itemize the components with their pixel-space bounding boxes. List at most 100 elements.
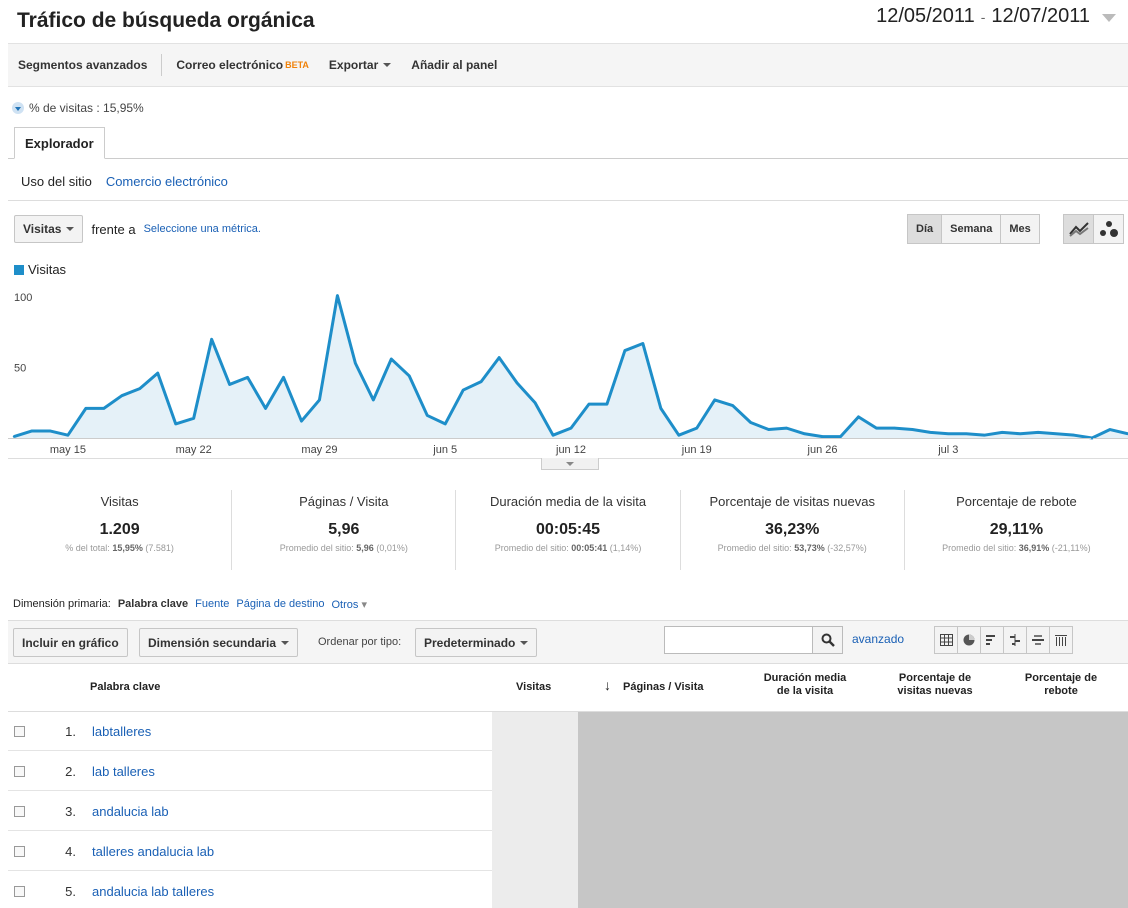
col-header-visits[interactable]: Visitas [516, 681, 551, 694]
segment-indicator[interactable]: % de visitas : 15,95% [12, 101, 144, 115]
subnav-site-usage[interactable]: Uso del sitio [21, 174, 92, 189]
col-header-duration[interactable]: Duración media de la visita [750, 672, 860, 698]
scorecard-comparison: Promedio del sitio: 53,73% (-32,57%) [681, 543, 904, 553]
data-point [641, 342, 645, 345]
advanced-filter-link[interactable]: avanzado [852, 632, 904, 646]
data-point [731, 404, 734, 407]
data-point [515, 381, 519, 385]
chart-collapse-tab[interactable] [541, 458, 599, 470]
sort-arrow-icon: ↓ [604, 677, 611, 693]
pivot-view-button[interactable] [1049, 626, 1073, 654]
data-point [390, 357, 393, 361]
chevron-down-icon [281, 640, 290, 645]
col-header-new-visits[interactable]: Porcentaje de visitas nuevas [880, 672, 990, 698]
keyword-link[interactable]: andalucia lab [92, 804, 169, 819]
search-button[interactable] [812, 627, 842, 653]
data-point [497, 356, 501, 359]
chevron-down-icon [566, 461, 574, 466]
data-point [1108, 428, 1112, 431]
subnav-ecommerce[interactable]: Comercio electrónico [106, 174, 228, 189]
y-tick-label: 50 [14, 363, 26, 375]
sort-type-dropdown[interactable]: Predeterminado [415, 628, 538, 657]
plot-rows-button[interactable]: Incluir en gráfico [13, 628, 128, 657]
visits-chart[interactable]: 100 50 may 15 may 22 may 29 jun 5 jun 12 jun 19… [0, 280, 1128, 460]
data-point [1001, 431, 1004, 434]
scorecard-comparison: Promedio del sitio: 36,91% (-21,11%) [905, 543, 1128, 553]
keyword-link[interactable]: labtalleres [92, 724, 151, 739]
scorecard-value: 00:05:45 [535, 521, 601, 538]
data-point [695, 426, 698, 430]
tab-explorer[interactable]: Explorador [14, 127, 105, 159]
term-cloud-view-button[interactable] [1026, 626, 1050, 654]
dimension-keyword[interactable]: Palabra clave [118, 598, 188, 611]
data-point [767, 428, 770, 431]
pie-chart-icon [12, 102, 24, 114]
dimension-landing-page[interactable]: Página de destino [236, 598, 324, 611]
date-range-picker[interactable]: 12/05/2011 - 12/07/2011 [876, 5, 1116, 28]
row-checkbox[interactable] [14, 886, 25, 897]
data-point [1072, 433, 1076, 437]
data-point [1036, 431, 1040, 434]
period-week-button[interactable]: Semana [941, 214, 1002, 244]
data-point [821, 435, 824, 438]
data-point [803, 432, 806, 435]
keyword-link[interactable]: lab talleres [92, 764, 155, 779]
col-header-new-visits-1: Porcentaje de [898, 672, 972, 684]
data-point [983, 433, 986, 437]
line-chart-button[interactable] [1063, 214, 1094, 244]
comparison-view-button[interactable] [1003, 626, 1027, 654]
dimension-other[interactable]: Otros ▾ [331, 598, 367, 611]
row-number: 2. [65, 764, 76, 779]
bar-chart-icon [986, 635, 995, 645]
row-checkbox[interactable] [14, 766, 25, 777]
add-to-dashboard-button[interactable]: Añadir al panel [401, 44, 507, 86]
data-point [246, 376, 249, 379]
keyword-link[interactable]: talleres andalucia lab [92, 844, 214, 859]
tab-strip: Explorador [8, 127, 1128, 159]
report-toolbar: Segmentos avanzados Correo electrónico BE… [8, 43, 1128, 87]
export-button[interactable]: Exportar [319, 44, 401, 86]
secondary-dimension-dropdown[interactable]: Dimensión secundaria [139, 628, 299, 657]
data-point [1090, 436, 1094, 440]
period-day-button[interactable]: Día [907, 214, 943, 244]
comparison-value: 00:05:41 [571, 543, 608, 553]
data-point [857, 415, 860, 419]
row-number: 1. [65, 724, 76, 739]
row-checkbox[interactable] [14, 806, 25, 817]
x-tick-label: may 15 [50, 444, 86, 456]
advanced-segments-button[interactable]: Segmentos avanzados [8, 44, 157, 86]
period-month-button[interactable]: Mes [1000, 214, 1040, 244]
dimension-other-label: Otros [331, 599, 359, 611]
data-point [965, 432, 968, 435]
metric-dropdown[interactable]: Visitas [14, 215, 84, 243]
col-header-bounce[interactable]: Porcentaje de rebote [1006, 672, 1116, 698]
email-button[interactable]: Correo electrónico BETA [166, 44, 319, 86]
x-tick-label: may 22 [176, 444, 212, 456]
row-checkbox[interactable] [14, 726, 25, 737]
comparison-value: 5,96 [356, 543, 374, 553]
scorecard-label: Porcentaje de visitas nuevas [709, 494, 875, 509]
legend-swatch [14, 264, 24, 275]
segment-label: % de visitas : 15,95% [29, 101, 144, 115]
table-view-button[interactable] [934, 626, 958, 654]
dimension-source[interactable]: Fuente [195, 598, 229, 611]
metric-selector: Visitas frente a Seleccione una métrica. [14, 215, 261, 243]
col-header-pages[interactable]: Páginas / Visita [623, 681, 704, 694]
keyword-link[interactable]: andalucia lab talleres [92, 884, 214, 899]
col-header-keyword[interactable]: Palabra clave [90, 681, 160, 694]
performance-view-button[interactable] [980, 626, 1004, 654]
data-point [875, 426, 878, 430]
col-header-duration-1: Duración media [763, 672, 847, 684]
motion-chart-button[interactable] [1093, 214, 1124, 244]
x-tick-label: jul 3 [937, 444, 958, 456]
data-point [102, 407, 106, 410]
chevron-down-icon [66, 227, 75, 231]
data-point [174, 422, 177, 426]
select-metric-link[interactable]: Seleccione una métrica. [144, 223, 261, 235]
pie-view-button[interactable] [957, 626, 981, 654]
row-checkbox[interactable] [14, 846, 25, 857]
comparison-delta: (-32,57%) [827, 543, 867, 553]
sort-type-value: Predeterminado [424, 635, 516, 650]
data-point [479, 380, 483, 383]
scorecard-label: Visitas [100, 494, 139, 509]
